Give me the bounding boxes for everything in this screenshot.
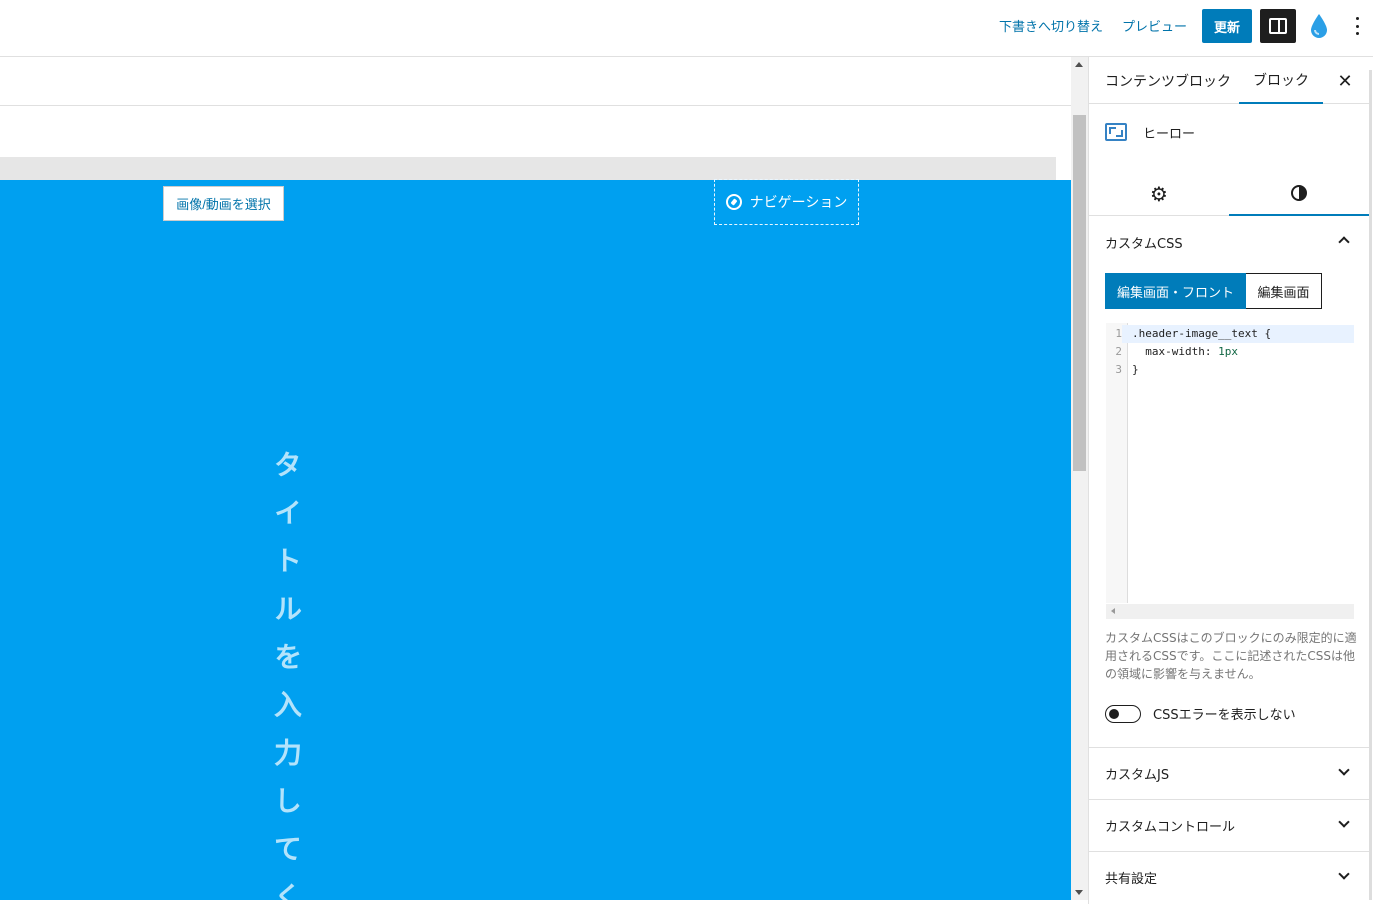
editor-header: 下書きへ切り替え プレビュー 更新	[0, 0, 1373, 57]
styles-icon	[1291, 184, 1307, 201]
css-mode-switch: 編集画面・フロント 編集画面	[1105, 273, 1322, 309]
chevron-up-icon	[1338, 236, 1350, 248]
mode-editor-front-button[interactable]: 編集画面・フロント	[1105, 273, 1246, 309]
chevron-down-icon	[1338, 764, 1350, 776]
settings-sidebar: コンテンツブロック ブロック ✕ ヒーロー ⚙ カスタムCSS 編集画面・フロン…	[1088, 57, 1373, 904]
block-inspector-tabs: ⚙	[1089, 171, 1370, 216]
shared-settings-panel-toggle[interactable]: 共有設定	[1089, 851, 1370, 903]
tab-settings[interactable]: ⚙	[1089, 171, 1229, 216]
sidebar-tabs: コンテンツブロック ブロック ✕	[1089, 57, 1370, 104]
mode-editor-button[interactable]: 編集画面	[1246, 273, 1322, 309]
custom-control-title: カスタムコントロール	[1105, 820, 1236, 835]
sidebar-panel-icon	[1269, 18, 1287, 34]
gear-icon: ⚙	[1150, 181, 1168, 206]
css-code-editor[interactable]: 1 .header-image__text { 2 max-width: 1px…	[1105, 322, 1354, 619]
hero-block-icon	[1105, 123, 1127, 141]
chevron-down-icon	[1338, 868, 1350, 880]
close-icon[interactable]: ✕	[1333, 69, 1357, 93]
navigation-block[interactable]: ナビゲーション	[714, 179, 859, 225]
custom-control-panel-toggle[interactable]: カスタムコントロール	[1089, 799, 1370, 851]
settings-toggle-button[interactable]	[1260, 9, 1296, 43]
hero-block[interactable]: 画像/動画を選択 ナビゲーション タイトルを入力してく	[0, 179, 1071, 900]
scroll-down-icon[interactable]	[1075, 890, 1083, 895]
hide-css-errors-row: CSSエラーを表示しない	[1105, 704, 1296, 723]
shared-settings-title: 共有設定	[1105, 872, 1158, 887]
canvas-divider	[0, 105, 1071, 106]
custom-js-title: カスタムJS	[1105, 768, 1170, 783]
editor-canvas: 画像/動画を選択 ナビゲーション タイトルを入力してく	[0, 57, 1071, 900]
code-line: 1 .header-image__text {	[1106, 325, 1354, 343]
tab-block[interactable]: ブロック	[1239, 57, 1323, 104]
block-name: ヒーロー	[1143, 126, 1196, 142]
block-card: ヒーロー	[1105, 119, 1195, 145]
hide-css-errors-label: CSSエラーを表示しない	[1153, 708, 1296, 723]
select-media-button[interactable]: 画像/動画を選択	[163, 186, 284, 221]
scroll-up-icon[interactable]	[1075, 62, 1083, 67]
preview-button[interactable]: プレビュー	[1122, 16, 1187, 35]
update-button[interactable]: 更新	[1202, 9, 1252, 43]
code-line: 2 max-width: 1px	[1115, 345, 1238, 358]
switch-to-draft-button[interactable]: 下書きへ切り替え	[999, 16, 1103, 35]
custom-js-panel-toggle[interactable]: カスタムJS	[1089, 747, 1370, 799]
canvas-scrollbar[interactable]	[1071, 57, 1088, 900]
custom-css-panel-toggle[interactable]: カスタムCSS	[1089, 216, 1370, 268]
editor-horizontal-scrollbar[interactable]	[1106, 604, 1354, 619]
block-toolbar-band	[0, 157, 1056, 180]
hero-title-placeholder[interactable]: タイトルを入力してく	[266, 450, 306, 900]
sidebar-scrollbar[interactable]	[1369, 70, 1372, 900]
code-line: 3 }	[1115, 363, 1139, 376]
custom-css-help-text: カスタムCSSはこのブロックにのみ限定的に適用されるCSSです。ここに記述された…	[1105, 631, 1357, 681]
plugin-drop-icon[interactable]	[1308, 12, 1330, 40]
navigation-label: ナビゲーション	[749, 195, 848, 211]
chevron-down-icon	[1338, 816, 1350, 828]
custom-css-title: カスタムCSS	[1105, 236, 1183, 252]
tab-content-blocks[interactable]: コンテンツブロック	[1105, 57, 1231, 104]
tab-styles[interactable]	[1229, 171, 1369, 216]
more-options-icon[interactable]	[1349, 14, 1365, 38]
scroll-thumb[interactable]	[1073, 115, 1086, 471]
compass-icon	[725, 194, 742, 210]
hide-css-errors-toggle[interactable]	[1105, 704, 1141, 723]
